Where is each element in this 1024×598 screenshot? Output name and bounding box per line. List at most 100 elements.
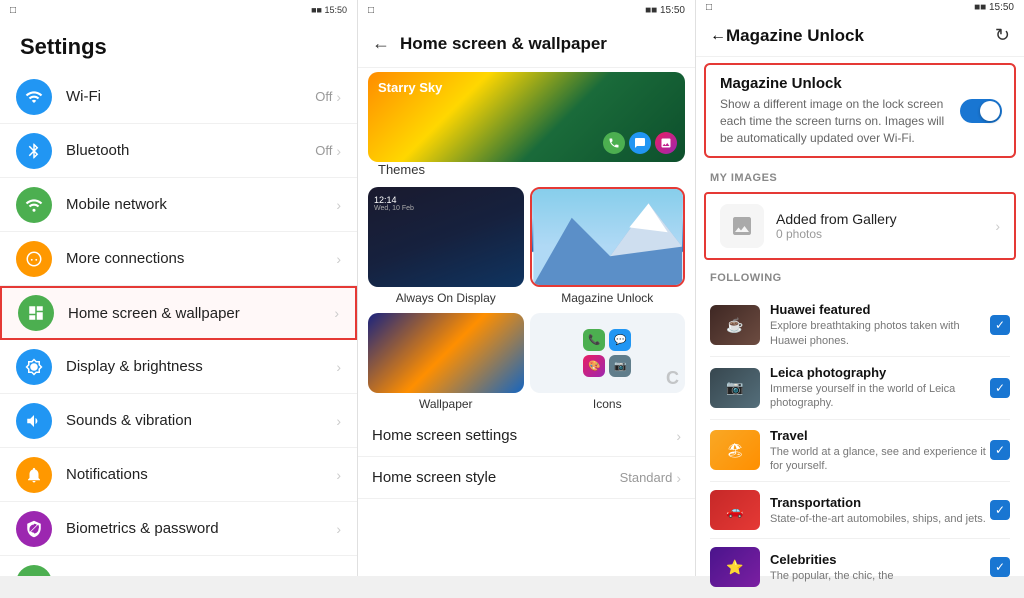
biometrics-chevron: › xyxy=(336,521,341,537)
biometrics-label: Biometrics & password xyxy=(66,520,336,537)
notifications-label: Notifications xyxy=(66,466,336,483)
settings-item-sounds[interactable]: Sounds & vibration › xyxy=(0,394,357,448)
wallpaper-label: Wallpaper xyxy=(419,397,473,411)
home-screen-style-label: Home screen style xyxy=(372,469,620,486)
more-connections-label: More connections xyxy=(66,250,336,267)
watermark: C xyxy=(666,368,679,389)
bluetooth-label: Bluetooth xyxy=(66,142,315,159)
home-screen-style-value: Standard xyxy=(620,470,673,485)
settings-list: Wi-Fi Off › Bluetooth Off › Mobile netwo… xyxy=(0,70,357,576)
icons-item[interactable]: 📞 💬 🎨 📷 C Icons xyxy=(530,313,686,411)
settings-item-bluetooth[interactable]: Bluetooth Off › xyxy=(0,124,357,178)
wifi-value: Off xyxy=(315,89,332,104)
settings-item-wifi[interactable]: Wi-Fi Off › xyxy=(0,70,357,124)
always-on-item[interactable]: 12:14 Wed, 10 Feb Always On Display xyxy=(368,187,524,305)
magazine-unlock-panel: □ ■■ 15:50 ← Magazine Unlock ↻ Magazine … xyxy=(696,0,1024,576)
themes-thumb[interactable]: Starry Sky xyxy=(368,72,685,162)
bluetooth-value: Off xyxy=(315,143,332,158)
back-button-middle[interactable]: ← xyxy=(372,33,390,54)
sounds-label: Sounds & vibration xyxy=(66,412,336,429)
always-on-time: 12:14 xyxy=(368,187,524,205)
app-icon-gallery xyxy=(655,132,677,154)
huawei-checkbox[interactable]: ✓ xyxy=(990,315,1010,335)
home-screen-chevron: › xyxy=(334,305,339,321)
status-bar-middle: □ ■■ 15:50 xyxy=(358,0,695,20)
transport-info: Transportation State-of-the-art automobi… xyxy=(770,495,990,526)
display-label: Display & brightness xyxy=(66,358,336,375)
sounds-chevron: › xyxy=(336,413,341,429)
huawei-title: Huawei featured xyxy=(770,302,990,317)
celebrities-title: Celebrities xyxy=(770,552,990,567)
celebrities-checkbox[interactable]: ✓ xyxy=(990,557,1010,577)
icon-mini-camera: 📷 xyxy=(609,355,631,377)
gallery-text: Added from Gallery 0 photos xyxy=(776,211,897,241)
always-on-bg: 12:14 Wed, 10 Feb xyxy=(368,187,524,287)
mobile-network-icon xyxy=(16,187,52,223)
huawei-thumb-bg: ☕ xyxy=(710,305,760,345)
settings-item-home-screen[interactable]: Home screen & wallpaper › xyxy=(0,286,357,340)
status-bar-left: □ ■■ 15:50 xyxy=(0,0,357,20)
display-chevron: › xyxy=(336,359,341,375)
leica-thumb: 📷 xyxy=(710,368,760,408)
travel-desc: The world at a glance, see and experienc… xyxy=(770,445,990,474)
mobile-network-chevron: › xyxy=(336,197,341,213)
following-item-leica[interactable]: 📷 Leica photography Immerse yourself in … xyxy=(710,357,1010,420)
transport-desc: State-of-the-art automobiles, ships, and… xyxy=(770,512,990,526)
starry-sky-icons xyxy=(603,132,677,154)
notification-icon-right: □ xyxy=(706,2,712,13)
leica-thumb-bg: 📷 xyxy=(710,368,760,408)
notifications-icon xyxy=(16,457,52,493)
notification-icon-mid: □ xyxy=(368,5,374,16)
following-item-celebrities[interactable]: ⭐ Celebrities The popular, the chic, the… xyxy=(710,539,1010,596)
home-screen-style-row[interactable]: Home screen style Standard › xyxy=(358,457,695,499)
settings-item-notifications[interactable]: Notifications › xyxy=(0,448,357,502)
home-screen-settings-row[interactable]: Home screen settings › xyxy=(358,415,695,457)
magazine-unlock-item[interactable]: Magazine Unlock xyxy=(530,187,686,305)
transport-checkbox[interactable]: ✓ xyxy=(990,500,1010,520)
home-screen-header: ← Home screen & wallpaper xyxy=(358,20,695,68)
always-on-date: Wed, 10 Feb xyxy=(368,205,524,212)
my-images-section-label: MY IMAGES xyxy=(696,162,1024,188)
travel-thumb: 🏖 xyxy=(710,430,760,470)
always-on-label: Always On Display xyxy=(396,291,496,305)
home-screen-icon xyxy=(18,295,54,331)
travel-icon: 🏖 xyxy=(726,442,744,459)
status-icons-left: ■■ 15:50 xyxy=(311,5,347,15)
wifi-label: Wi-Fi xyxy=(66,88,315,105)
following-item-transportation[interactable]: 🚗 Transportation State-of-the-art automo… xyxy=(710,482,1010,539)
settings-item-mobile-network[interactable]: Mobile network › xyxy=(0,178,357,232)
starry-sky-bg: Starry Sky xyxy=(368,72,685,162)
celebrities-thumb-bg: ⭐ xyxy=(710,547,760,587)
leica-checkbox[interactable]: ✓ xyxy=(990,378,1010,398)
wifi-chevron: › xyxy=(336,89,341,105)
settings-panel: □ ■■ 15:50 Settings Wi-Fi Off › Bluetoot… xyxy=(0,0,358,576)
following-section-label: FOLLOWING xyxy=(696,264,1024,288)
following-item-travel[interactable]: 🏖 Travel The world at a glance, see and … xyxy=(710,420,1010,483)
settings-item-more-connections[interactable]: More connections › xyxy=(0,232,357,286)
wallpaper-item[interactable]: Wallpaper xyxy=(368,313,524,411)
back-button-right[interactable]: ← xyxy=(710,27,726,45)
magazine-unlock-header: ← Magazine Unlock ↻ xyxy=(696,15,1024,57)
transport-icon: 🚗 xyxy=(726,502,743,519)
refresh-icon[interactable]: ↻ xyxy=(995,25,1010,46)
icon-mini-msg: 💬 xyxy=(609,329,631,351)
magazine-unlock-thumb xyxy=(530,187,686,287)
icons-thumb: 📞 💬 🎨 📷 C xyxy=(530,313,686,393)
settings-item-biometrics[interactable]: Biometrics & password › xyxy=(0,502,357,556)
settings-item-apps[interactable]: Apps › xyxy=(0,556,357,576)
home-screen-settings-label: Home screen settings xyxy=(372,427,676,444)
travel-checkbox[interactable]: ✓ xyxy=(990,440,1010,460)
transport-title: Transportation xyxy=(770,495,990,510)
leica-icon: 📷 xyxy=(726,379,743,396)
gallery-row[interactable]: Added from Gallery 0 photos › xyxy=(704,192,1016,260)
bluetooth-chevron: › xyxy=(336,143,341,159)
huawei-thumb: ☕ xyxy=(710,305,760,345)
wallpaper-icons-row: Wallpaper 📞 💬 🎨 📷 C Icons xyxy=(358,309,695,415)
home-screen-style-chevron: › xyxy=(676,470,681,486)
settings-item-display[interactable]: Display & brightness › xyxy=(0,340,357,394)
magazine-unlock-toggle[interactable] xyxy=(960,99,1002,123)
magazine-unlock-card-title: Magazine Unlock xyxy=(720,75,1000,92)
battery-icon-left: ■■ 15:50 xyxy=(311,5,347,15)
gallery-chevron: › xyxy=(995,218,1000,234)
following-item-huawei[interactable]: ☕ Huawei featured Explore breathtaking p… xyxy=(710,294,1010,357)
